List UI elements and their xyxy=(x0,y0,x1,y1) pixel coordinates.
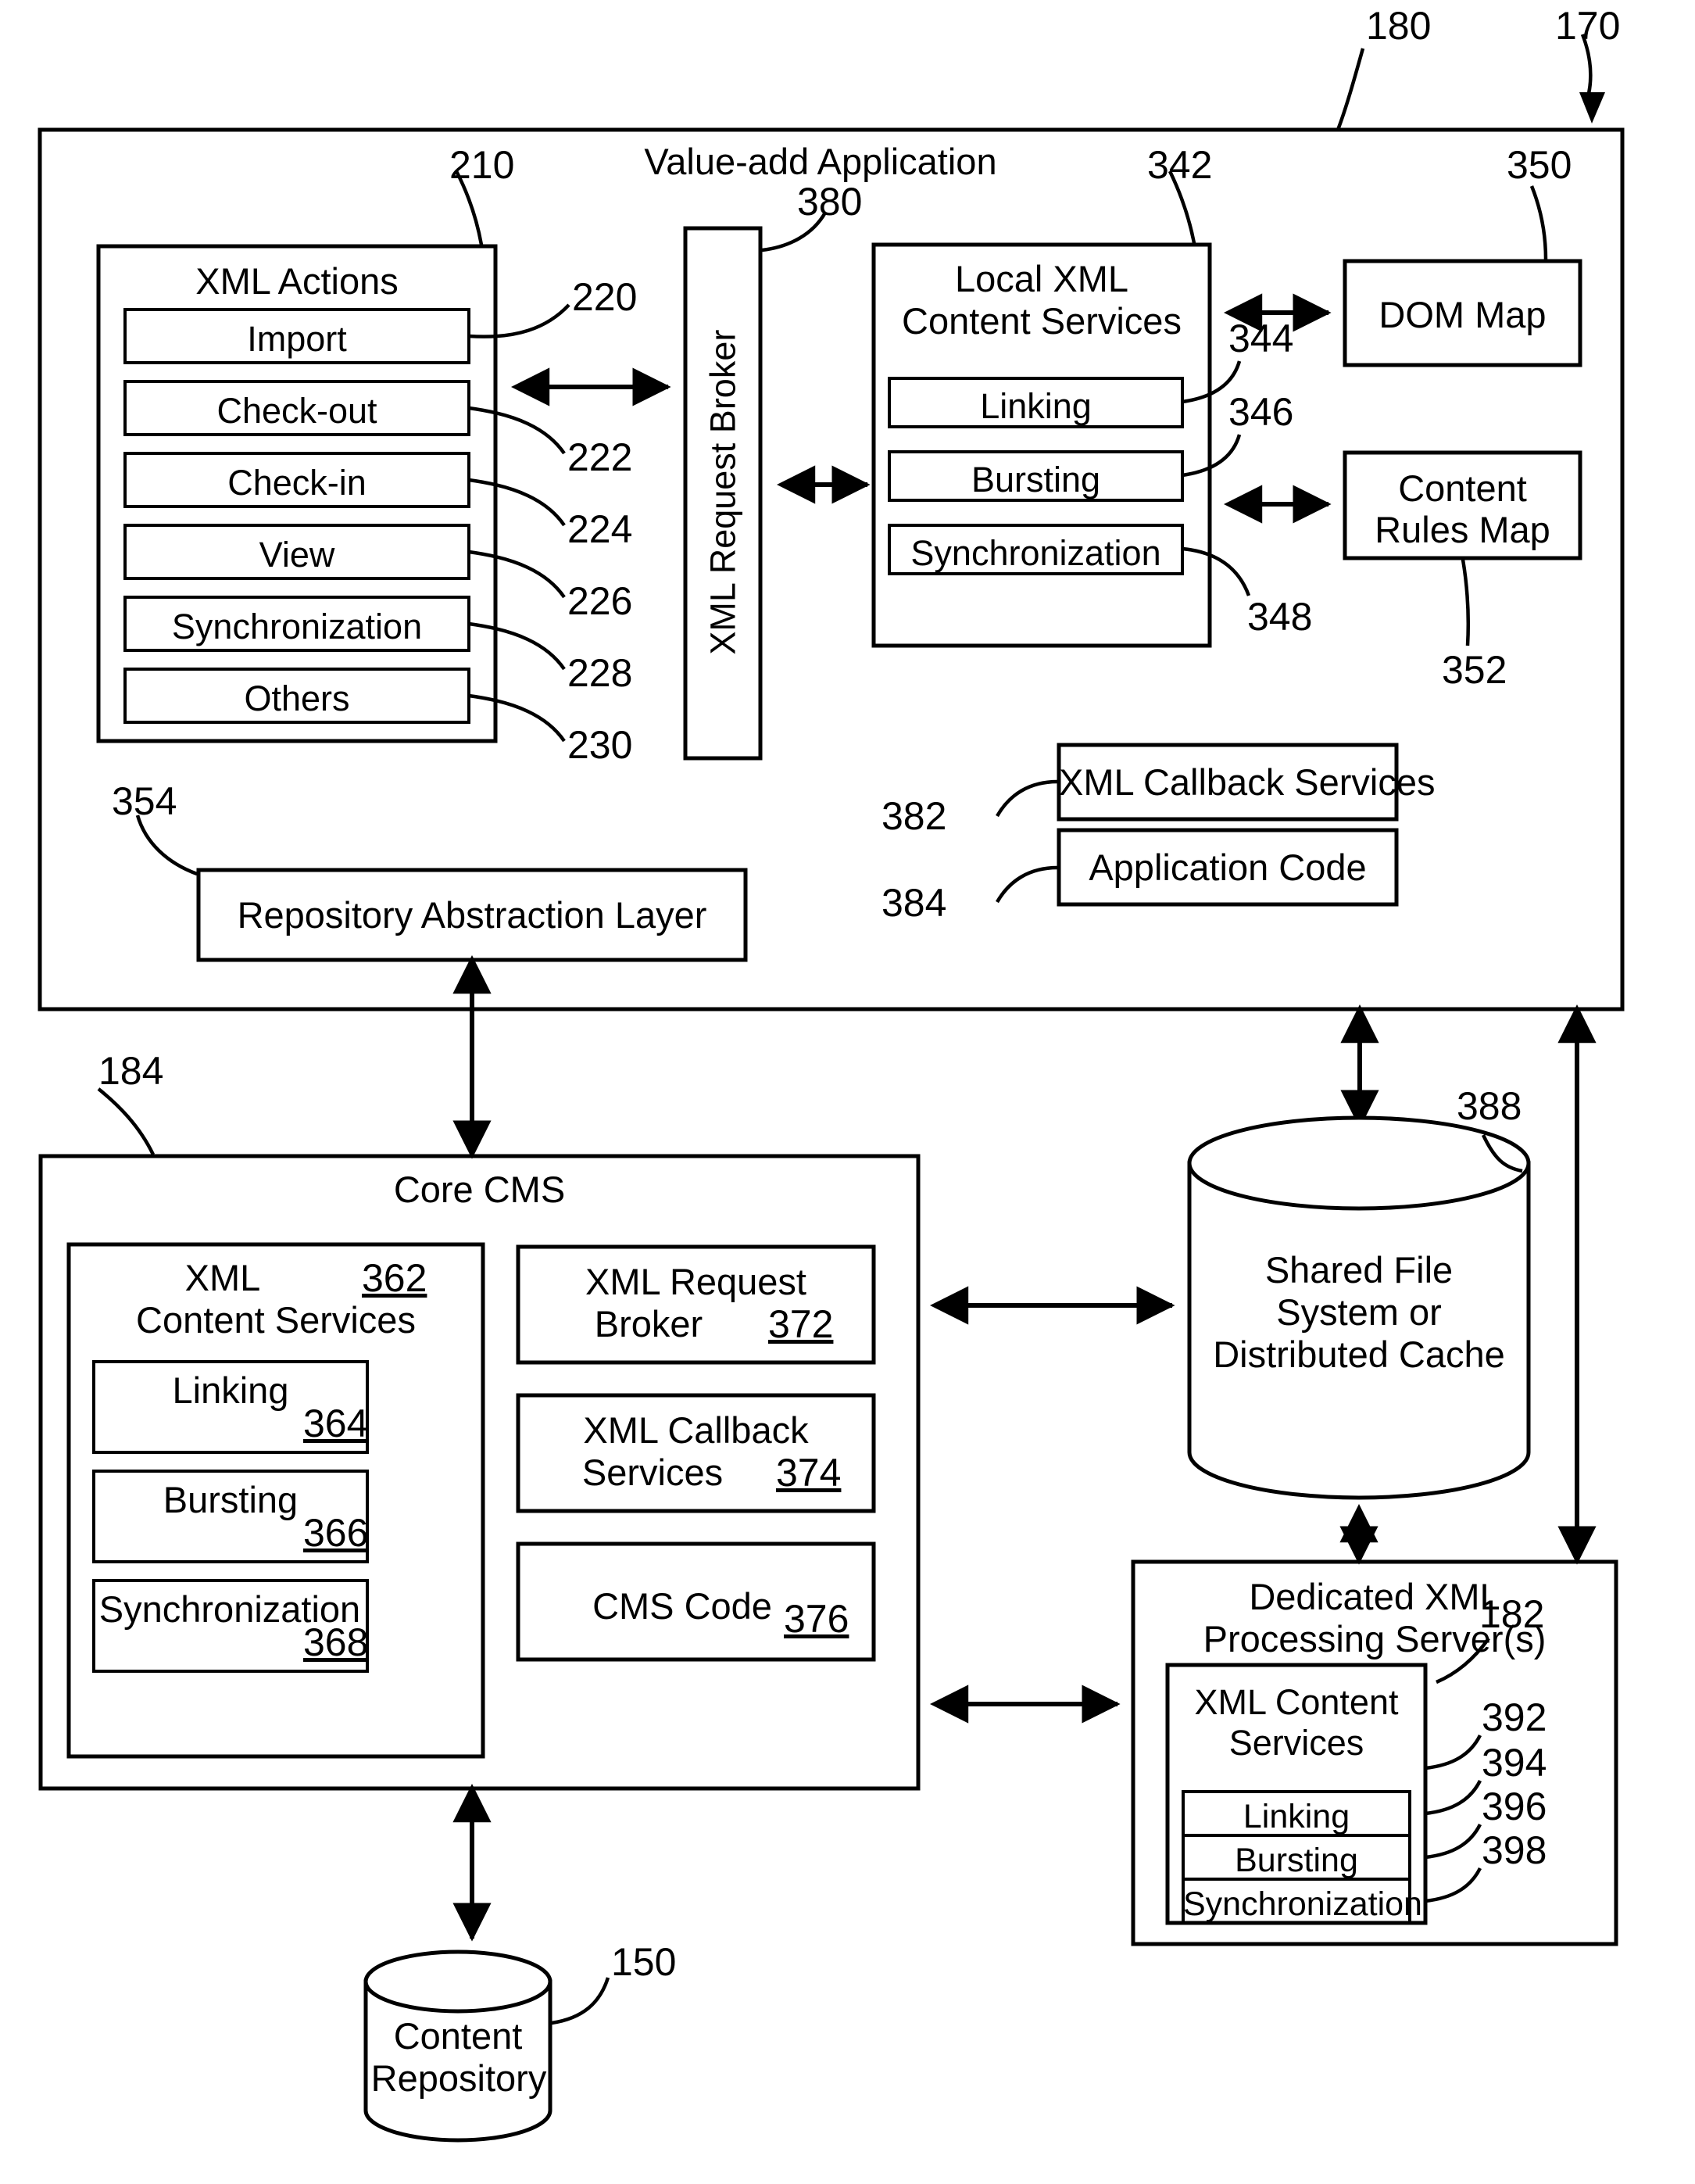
ref-342: 342 xyxy=(1147,143,1213,187)
ref-344: 344 xyxy=(1228,317,1294,360)
ref-222: 222 xyxy=(567,435,633,479)
ref-366: 366 xyxy=(303,1511,369,1555)
ref-220: 220 xyxy=(572,275,638,319)
ref-374: 374 xyxy=(776,1451,842,1495)
ref-226: 226 xyxy=(567,579,633,623)
ref-184: 184 xyxy=(98,1049,164,1093)
ref-350: 350 xyxy=(1507,143,1572,187)
ref-352: 352 xyxy=(1442,648,1507,692)
ref-382: 382 xyxy=(881,794,947,838)
ref-180: 180 xyxy=(1366,4,1432,48)
ref-150: 150 xyxy=(611,1940,677,1984)
ref-224: 224 xyxy=(567,507,633,551)
ref-380: 380 xyxy=(797,180,863,224)
ref-376: 376 xyxy=(784,1597,849,1641)
ref-348: 348 xyxy=(1247,595,1313,639)
ref-210: 210 xyxy=(449,143,515,187)
ref-394: 394 xyxy=(1482,1741,1547,1785)
patent-figure-canvas: 170 180 Value-add Application 210 XML Ac… xyxy=(0,0,1695,2184)
diagram-vector-layer xyxy=(38,34,1625,2143)
ref-182: 182 xyxy=(1479,1592,1545,1636)
ref-392: 392 xyxy=(1482,1695,1547,1739)
ref-364: 364 xyxy=(303,1402,369,1445)
ref-372: 372 xyxy=(768,1302,834,1346)
ref-228: 228 xyxy=(567,651,633,695)
ref-230: 230 xyxy=(567,723,633,767)
ref-388: 388 xyxy=(1457,1084,1522,1128)
ref-384: 384 xyxy=(881,881,947,925)
ref-368: 368 xyxy=(303,1620,369,1664)
ref-170: 170 xyxy=(1555,4,1621,48)
ref-354: 354 xyxy=(112,779,177,823)
ref-396: 396 xyxy=(1482,1785,1547,1828)
ref-398: 398 xyxy=(1482,1828,1547,1872)
ref-362: 362 xyxy=(362,1256,427,1300)
ref-346: 346 xyxy=(1228,390,1294,434)
